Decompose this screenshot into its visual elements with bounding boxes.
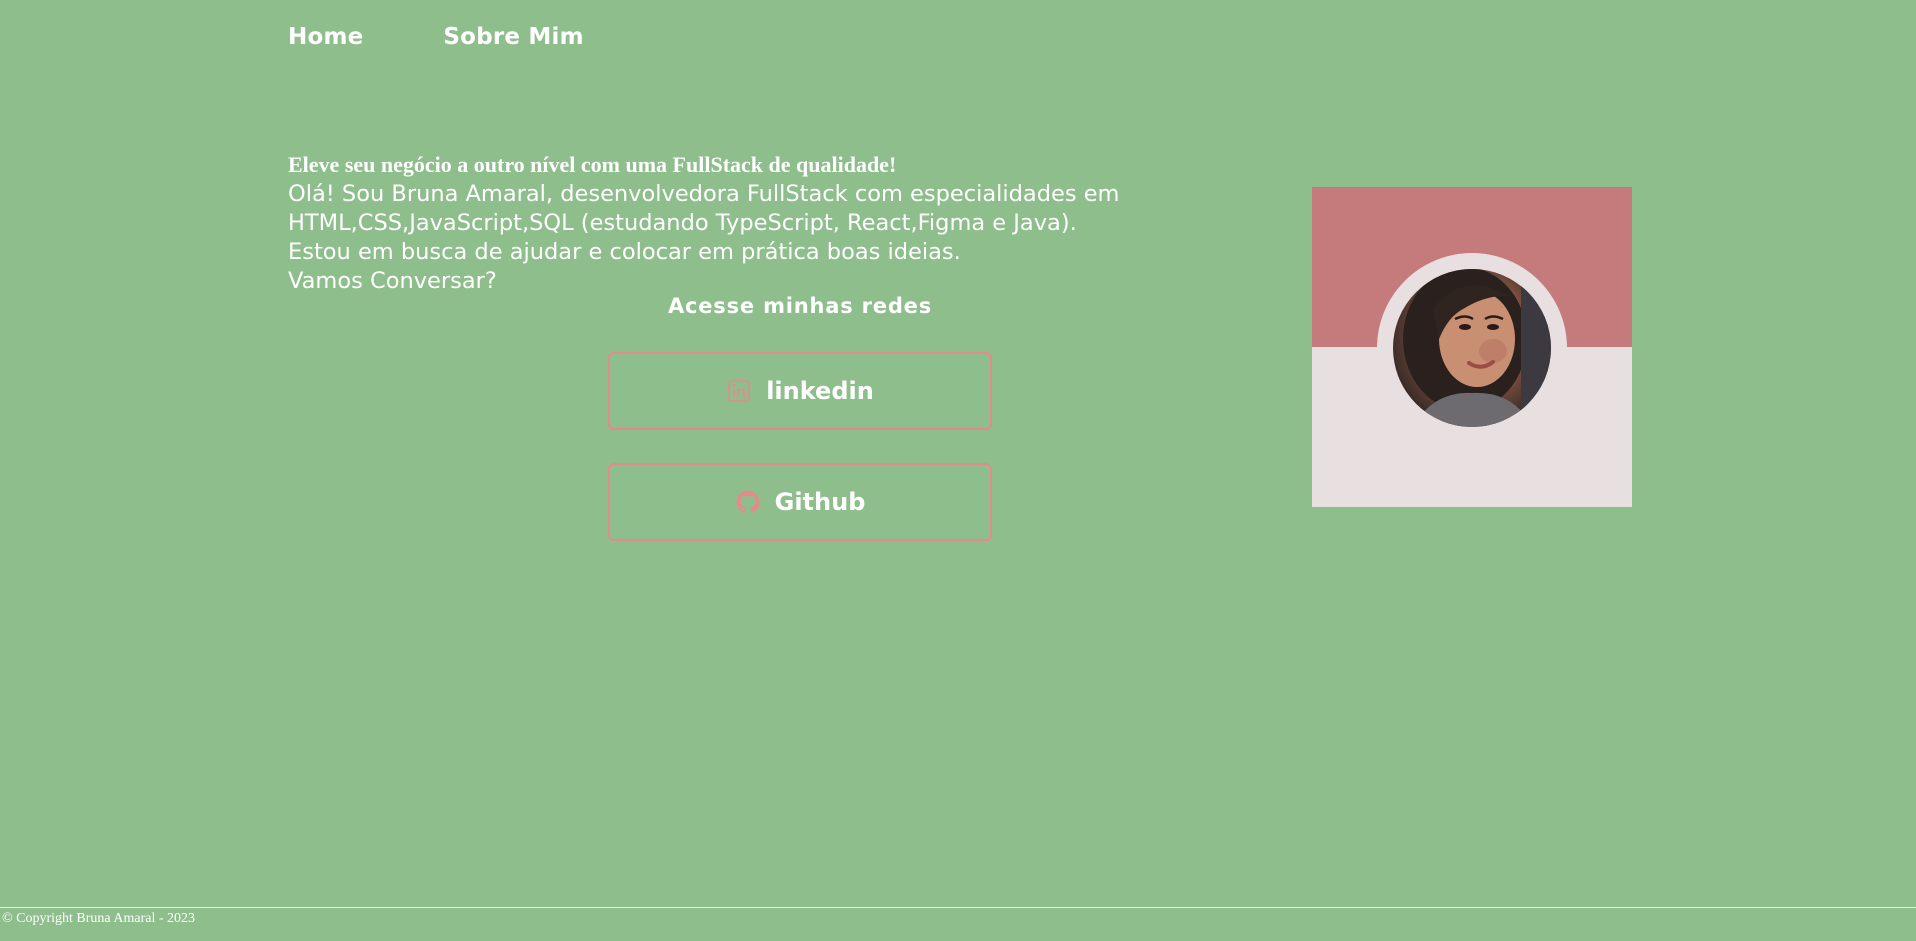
intro-headline: Eleve seu negócio a outro nível com uma …	[288, 152, 897, 177]
main-nav: Home Sobre Mim	[288, 24, 584, 50]
footer-copyright: © Copyright Bruna Amaral - 2023	[2, 911, 195, 926]
intro-section: Eleve seu negócio a outro nível com uma …	[288, 150, 1188, 296]
linkedin-button[interactable]: linkedin	[608, 352, 992, 430]
nav-sobre-mim-link[interactable]: Sobre Mim	[443, 24, 583, 50]
linkedin-icon	[726, 378, 752, 404]
socials-title: Acesse minhas redes	[667, 294, 933, 318]
profile-photo	[1403, 269, 1551, 427]
nav-home-link[interactable]: Home	[288, 24, 363, 50]
linkedin-label: linkedin	[766, 377, 874, 405]
intro-line: Estou em busca de ajudar e colocar em pr…	[288, 239, 961, 265]
github-button[interactable]: Github	[608, 463, 992, 541]
intro-line: Vamos Conversar?	[288, 268, 497, 294]
footer-divider	[0, 907, 1916, 908]
github-label: Github	[774, 488, 866, 516]
intro-line: HTML,CSS,JavaScript,SQL (estudando TypeS…	[288, 210, 1077, 236]
github-icon	[735, 489, 761, 515]
avatar	[1393, 269, 1551, 427]
intro-line: Olá! Sou Bruna Amaral, desenvolvedora Fu…	[288, 181, 1120, 207]
profile-card	[1312, 187, 1632, 507]
